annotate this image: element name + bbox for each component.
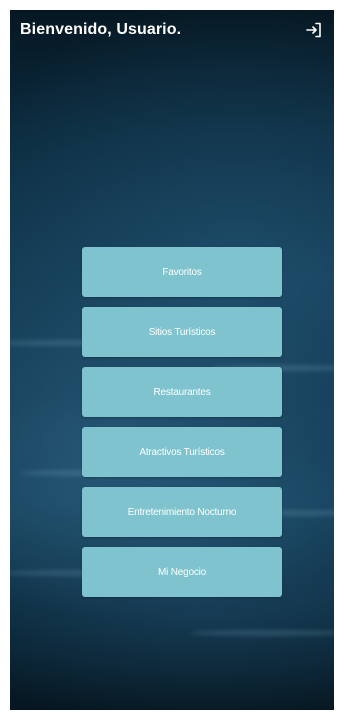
mi-negocio-button[interactable]: Mi Negocio	[82, 547, 282, 597]
restaurantes-button[interactable]: Restaurantes	[82, 367, 282, 417]
app-screen: Bienvenido, Usuario. Favoritos Sitios Tu…	[10, 10, 334, 710]
sitios-turisticos-button[interactable]: Sitios Turísticos	[82, 307, 282, 357]
favoritos-button[interactable]: Favoritos	[82, 247, 282, 297]
logout-icon[interactable]	[304, 20, 324, 40]
entretenimiento-nocturno-button[interactable]: Entretenimiento Nocturno	[82, 487, 282, 537]
main-menu: Favoritos Sitios Turísticos Restaurantes…	[82, 247, 282, 597]
atractivos-turisticos-button[interactable]: Atractivos Turísticos	[82, 427, 282, 477]
background-wave	[190, 630, 334, 636]
top-bar: Bienvenido, Usuario.	[10, 10, 334, 50]
welcome-title: Bienvenido, Usuario.	[20, 21, 182, 38]
